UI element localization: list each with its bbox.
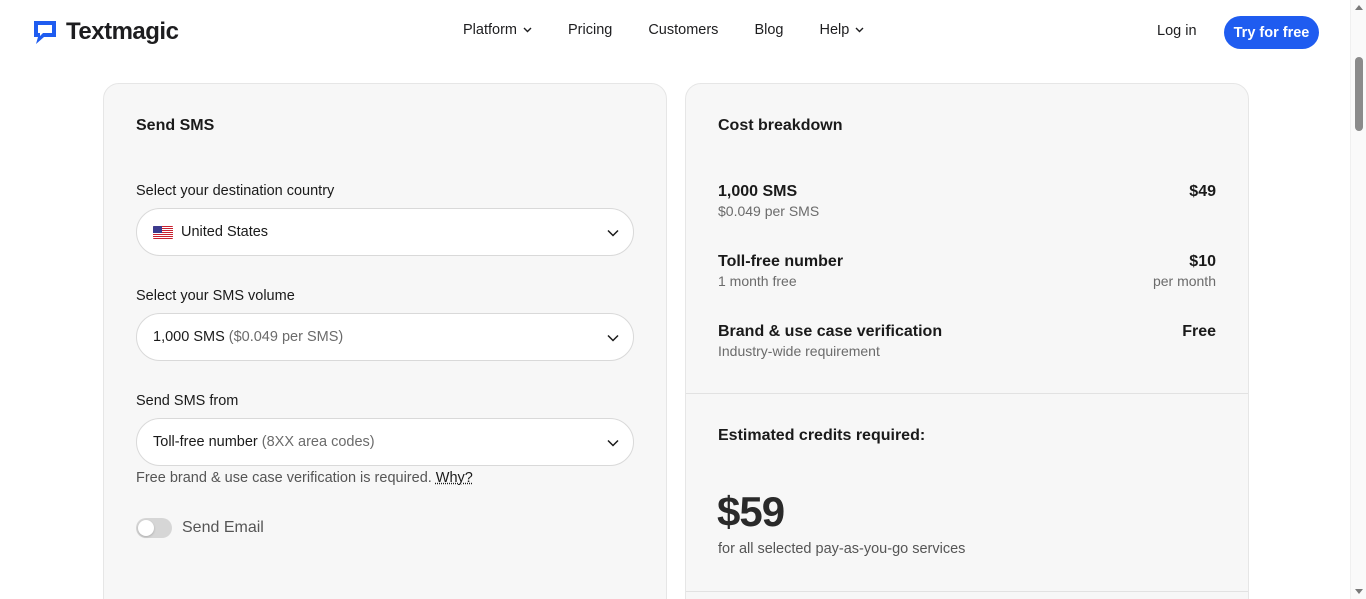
cost-name: 1,000 SMS — [718, 183, 798, 200]
scroll-down-arrow-icon[interactable] — [1355, 589, 1363, 594]
brand-name: Textmagic — [66, 18, 179, 45]
nav-item-platform[interactable]: Platform — [463, 22, 532, 38]
cost-row-verification: Brand & use case verification Industry-w… — [718, 323, 1216, 359]
country-select[interactable]: United States — [136, 208, 634, 256]
estimate-title: Estimated credits required: — [718, 427, 926, 444]
logo-icon — [34, 21, 56, 44]
nav-label: Help — [819, 22, 850, 38]
logo[interactable]: Textmagic — [32, 18, 179, 46]
volume-value: 1,000 SMS — [153, 329, 225, 345]
sender-value: Toll-free number — [153, 434, 258, 450]
note-text: Free brand & use case verification is re… — [136, 470, 432, 486]
cost-price: $10 — [1189, 253, 1216, 270]
sender-detail: (8XX area codes) — [261, 434, 375, 450]
nav-label: Blog — [754, 22, 784, 38]
nav-item-blog[interactable]: Blog — [754, 22, 783, 38]
login-link[interactable]: Log in — [1157, 23, 1197, 39]
estimate-amount: $59 — [717, 488, 785, 535]
chevron-down-icon — [855, 27, 864, 33]
divider — [686, 591, 1248, 592]
send-email-label[interactable]: Send Email — [182, 519, 264, 537]
scroll-up-arrow-icon[interactable] — [1355, 5, 1363, 10]
nav-item-customers[interactable]: Customers — [648, 22, 718, 38]
cost-breakdown-panel: Cost breakdown 1,000 SMS $0.049 per SMS … — [685, 83, 1249, 599]
cost-row-sms: 1,000 SMS $0.049 per SMS $49 — [718, 183, 1216, 219]
cost-sub: 1 month free — [718, 273, 797, 289]
chevron-down-icon — [607, 334, 619, 342]
sender-select[interactable]: Toll-free number (8XX area codes) — [136, 418, 634, 466]
scroll-thumb[interactable] — [1355, 57, 1363, 131]
cost-row-number: Toll-free number 1 month free $10 per mo… — [718, 253, 1216, 289]
cost-sub: Industry-wide requirement — [718, 343, 880, 359]
site-header: Textmagic Platform Pricing Customers Blo… — [0, 0, 1350, 64]
sender-label: Send SMS from — [136, 393, 239, 409]
main-nav: Platform Pricing Customers Blog Help — [463, 22, 864, 38]
divider — [686, 393, 1248, 394]
chevron-down-icon — [523, 27, 532, 33]
cost-price: Free — [1182, 323, 1216, 340]
cost-price: $49 — [1189, 183, 1216, 200]
volume-label: Select your SMS volume — [136, 288, 295, 304]
cost-price-sub: per month — [1152, 273, 1216, 289]
nav-label: Customers — [648, 22, 719, 38]
country-label: Select your destination country — [136, 183, 335, 199]
send-sms-panel: Send SMS Select your destination country… — [103, 83, 667, 599]
chevron-down-icon — [607, 439, 619, 447]
nav-item-help[interactable]: Help — [819, 22, 864, 38]
verification-note: Free brand & use case verification is re… — [136, 470, 473, 486]
country-value: United States — [181, 224, 269, 240]
cost-name: Toll-free number — [718, 253, 844, 270]
panel-title: Send SMS — [136, 117, 215, 134]
chevron-down-icon — [607, 229, 619, 237]
page-scrollbar[interactable] — [1350, 0, 1366, 599]
nav-item-pricing[interactable]: Pricing — [568, 22, 612, 38]
nav-label: Platform — [463, 22, 517, 38]
why-link[interactable]: Why? — [436, 470, 473, 486]
us-flag-icon — [153, 225, 173, 239]
volume-select[interactable]: 1,000 SMS ($0.049 per SMS) — [136, 313, 634, 361]
volume-detail: ($0.049 per SMS) — [228, 329, 344, 345]
estimate-sub: for all selected pay-as-you-go services — [718, 541, 966, 557]
panel-title: Cost breakdown — [718, 117, 843, 134]
send-email-toggle[interactable] — [136, 518, 172, 538]
cost-sub: $0.049 per SMS — [718, 203, 820, 219]
nav-label: Pricing — [568, 22, 613, 38]
try-for-free-button[interactable]: Try for free — [1224, 16, 1319, 49]
cost-name: Brand & use case verification — [718, 323, 943, 340]
toggle-knob — [138, 520, 154, 536]
